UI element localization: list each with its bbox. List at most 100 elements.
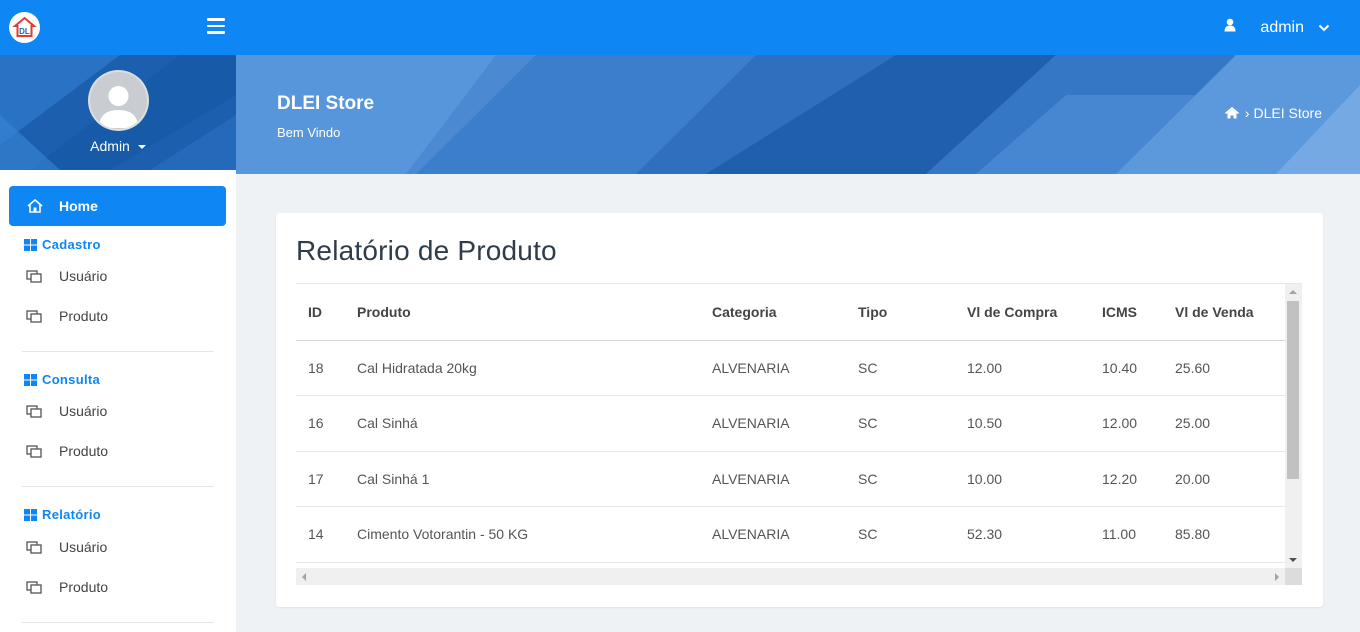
cell-vl-compra: 10.50 — [955, 395, 1090, 452]
cell-tipo: SC — [846, 451, 955, 507]
table-row[interactable]: 16 Cal Sinhá ALVENARIA SC 10.50 12.00 25… — [296, 395, 1285, 452]
scroll-down-icon[interactable] — [1289, 558, 1297, 562]
banner-background — [236, 55, 1360, 174]
sidebar-item-relatorio-produto[interactable]: Produto — [26, 579, 108, 595]
sidebar: Admin Home Cadastro Usuário Produto Cons… — [0, 55, 236, 632]
window-icon — [26, 580, 42, 594]
cell-produto: Cal Hidratada 20kg — [345, 340, 700, 396]
caret-down-icon — [137, 145, 146, 150]
report-table-container[interactable]: ID Produto Categoria Tipo Vl de Compra I… — [296, 283, 1302, 585]
section-cadastro: Cadastro — [24, 237, 101, 252]
cell-vl-venda: 25.60 — [1163, 340, 1285, 396]
window-icon — [26, 540, 42, 554]
section-relatorio: Relatório — [24, 507, 101, 522]
svg-text:DL: DL — [19, 27, 30, 36]
sidebar-item-relatorio-usuario[interactable]: Usuário — [26, 539, 107, 555]
column-header-produto: Produto — [345, 284, 700, 341]
cell-categoria: ALVENARIA — [700, 506, 846, 563]
scroll-left-icon[interactable] — [302, 573, 306, 581]
column-header-vl-compra: Vl de Compra — [955, 284, 1090, 341]
column-header-icms: ICMS — [1090, 284, 1163, 341]
cell-categoria: ALVENARIA — [700, 395, 846, 452]
sidebar-item-cadastro-produto[interactable]: Produto — [26, 308, 108, 324]
sidebar-item-label: Usuário — [59, 539, 108, 555]
cell-tipo: SC — [846, 340, 955, 396]
window-icon — [26, 404, 42, 418]
avatar[interactable] — [88, 70, 149, 131]
cell-vl-venda: 20.00 — [1163, 451, 1285, 507]
table-row[interactable]: 14 Cimento Votorantin - 50 KG ALVENARIA … — [296, 506, 1285, 563]
sidebar-item-consulta-produto[interactable]: Produto — [26, 443, 108, 459]
section-title: Consulta — [42, 372, 101, 387]
divider — [22, 351, 214, 352]
scroll-right-icon[interactable] — [1275, 573, 1279, 581]
user-icon — [1224, 18, 1236, 37]
vertical-scrollbar[interactable] — [1285, 284, 1302, 585]
scroll-up-icon[interactable] — [1289, 290, 1297, 294]
table-row[interactable]: 18 Cal Hidratada 20kg ALVENARIA SC 12.00… — [296, 340, 1285, 396]
grid-icon — [24, 508, 37, 521]
divider — [22, 486, 214, 487]
page-banner: DLEI Store Bem Vindo › DLEI Store — [236, 55, 1360, 174]
report-title: Relatório de Produto — [296, 235, 557, 266]
user-menu[interactable]: admin — [1224, 0, 1330, 55]
section-title: Relatório — [42, 507, 102, 522]
vertical-scroll-thumb[interactable] — [1287, 301, 1299, 479]
cell-vl-compra: 52.30 — [955, 506, 1090, 563]
cell-id: 17 — [296, 451, 345, 507]
chevron-down-icon — [1318, 19, 1330, 37]
cell-vl-compra: 10.00 — [955, 451, 1090, 507]
page-subtitle: Bem Vindo — [277, 125, 341, 140]
cell-categoria: ALVENARIA — [700, 451, 846, 507]
top-navbar: DL admin — [0, 0, 1360, 55]
breadcrumb-separator: › — [1244, 105, 1250, 121]
cell-vl-venda: 25.00 — [1163, 395, 1285, 452]
cell-vl-venda: 85.80 — [1163, 506, 1285, 563]
grid-icon — [24, 238, 37, 251]
cell-id: 18 — [296, 340, 345, 396]
column-header-vl-venda: Vl de Venda — [1163, 284, 1285, 341]
cell-icms: 11.00 — [1090, 506, 1163, 563]
cell-tipo: SC — [846, 395, 955, 452]
cell-produto: Cal Sinhá — [345, 395, 700, 452]
home-icon — [27, 199, 43, 213]
sidebar-item-label: Produto — [59, 443, 109, 459]
sidebar-profile: Admin — [0, 55, 236, 170]
cell-icms: 10.40 — [1090, 340, 1163, 396]
scrollbar-corner — [1285, 568, 1302, 585]
hamburger-icon[interactable] — [207, 18, 225, 34]
sidebar-item-cadastro-usuario[interactable]: Usuário — [26, 268, 107, 284]
sidebar-item-home[interactable]: Home — [9, 186, 226, 226]
cell-vl-compra: 12.00 — [955, 340, 1090, 396]
page-title: DLEI Store — [277, 93, 375, 114]
home-icon[interactable] — [1224, 107, 1239, 119]
cell-tipo: SC — [846, 506, 955, 563]
sidebar-item-label: Home — [59, 198, 98, 214]
sidebar-item-label: Produto — [59, 308, 109, 324]
section-consulta: Consulta — [24, 372, 100, 387]
section-title: Cadastro — [42, 237, 101, 252]
window-icon — [26, 269, 42, 283]
cell-icms: 12.00 — [1090, 395, 1163, 452]
breadcrumb: › DLEI Store — [1224, 105, 1322, 121]
cell-produto: Cal Sinhá 1 — [345, 451, 700, 507]
sidebar-item-label: Produto — [59, 579, 109, 595]
divider — [22, 622, 214, 623]
profile-dropdown[interactable]: Admin — [0, 138, 236, 154]
table-row[interactable]: 17 Cal Sinhá 1 ALVENARIA SC 10.00 12.20 … — [296, 451, 1285, 507]
cell-id: 16 — [296, 395, 345, 452]
table-header-row: ID Produto Categoria Tipo Vl de Compra I… — [296, 284, 1285, 341]
window-icon — [26, 309, 42, 323]
grid-icon — [24, 373, 37, 386]
report-table: ID Produto Categoria Tipo Vl de Compra I… — [296, 284, 1285, 563]
horizontal-scrollbar[interactable] — [296, 568, 1285, 585]
profile-name: Admin — [90, 138, 130, 154]
sidebar-item-label: Usuário — [59, 403, 108, 419]
column-header-categoria: Categoria — [700, 284, 846, 341]
report-card: Relatório de Produto ID Produto Categori… — [276, 213, 1323, 607]
store-logo-icon[interactable]: DL — [9, 12, 40, 43]
sidebar-item-consulta-usuario[interactable]: Usuário — [26, 403, 107, 419]
cell-icms: 12.20 — [1090, 451, 1163, 507]
breadcrumb-item: DLEI Store — [1253, 105, 1322, 121]
sidebar-item-label: Usuário — [59, 268, 108, 284]
